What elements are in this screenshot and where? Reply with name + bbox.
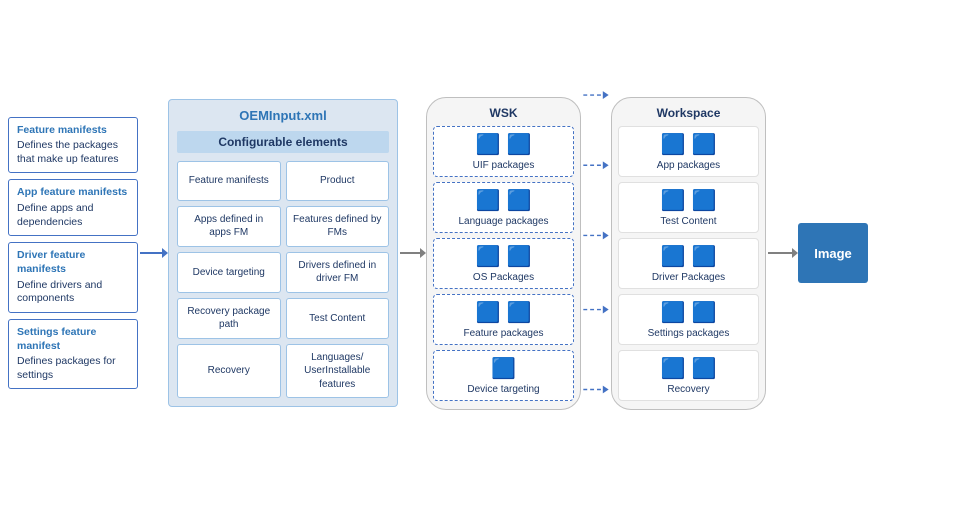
arrows-wsk-to-workspace — [581, 38, 611, 468]
workspace-recovery-label: Recovery — [667, 384, 709, 395]
workspace-recovery-icons: 🟦 🟦 — [661, 356, 717, 381]
wsk-language-icons: 🟦 🟦 — [476, 188, 532, 213]
diagram: Feature manifests Defines the packages t… — [0, 0, 971, 506]
workspace-test-icons: 🟦 🟦 — [661, 188, 717, 213]
config-cell-feature-manifests: Feature manifests — [177, 161, 281, 201]
workspace-item-driver: 🟦 🟦 Driver Packages — [618, 238, 759, 289]
wsk-item-uif: 🟦 🟦 UIF packages — [433, 126, 574, 177]
wsk-uif-icons: 🟦 🟦 — [476, 132, 532, 157]
wsk-lang-icon-2: 🟦 — [507, 188, 532, 213]
ws-app-icon-2: 🟦 — [692, 132, 717, 157]
wsk-item-feature: 🟦 🟦 Feature packages — [433, 294, 574, 345]
workspace-column: Workspace 🟦 🟦 App packages 🟦 🟦 Test Cont… — [611, 97, 766, 410]
feature-manifests-desc: Defines the packages that make up featur… — [17, 139, 129, 166]
settings-feature-manifest-title: Settings feature manifest — [17, 326, 129, 353]
config-cell-recovery-path: Recovery package path — [177, 298, 281, 339]
workspace-driver-icons: 🟦 🟦 — [661, 244, 717, 269]
app-feature-manifests-card: App feature manifests Define apps and de… — [8, 179, 138, 236]
wsk-feature-label: Feature packages — [463, 328, 543, 339]
wsk-device-icons: 🟦 — [491, 356, 516, 381]
config-cell-device-targeting: Device targeting — [177, 252, 281, 293]
workspace-settings-icons: 🟦 🟦 — [661, 300, 717, 325]
wsk-uif-icon-2: 🟦 — [507, 132, 532, 157]
settings-feature-manifest-card: Settings feature manifest Defines packag… — [8, 319, 138, 390]
image-label: Image — [814, 246, 852, 261]
config-cell-recovery: Recovery — [177, 344, 281, 399]
arrow-sidebar-to-oeminput — [138, 243, 168, 263]
oeminput-title: OEMInput.xml — [177, 108, 389, 123]
workspace-item-app: 🟦 🟦 App packages — [618, 126, 759, 177]
wsk-os-icon-2: 🟦 — [507, 244, 532, 269]
workspace-test-label: Test Content — [660, 216, 716, 227]
wsk-item-language: 🟦 🟦 Language packages — [433, 182, 574, 233]
wsk-feature-icons: 🟦 🟦 — [476, 300, 532, 325]
image-box: Image — [798, 223, 868, 283]
driver-feature-manifests-desc: Define drivers and components — [17, 279, 129, 306]
configurable-label: Configurable elements — [177, 131, 389, 153]
driver-feature-manifests-card: Driver feature manifests Define drivers … — [8, 242, 138, 313]
ws-driver-icon-2: 🟦 — [692, 244, 717, 269]
config-cell-languages: Languages/ UserInstallable features — [286, 344, 390, 399]
wsk-device-label: Device targeting — [467, 384, 539, 395]
ws-test-icon-2: 🟦 — [692, 188, 717, 213]
workspace-item-recovery: 🟦 🟦 Recovery — [618, 350, 759, 401]
workspace-item-test: 🟦 🟦 Test Content — [618, 182, 759, 233]
workspace-app-icons: 🟦 🟦 — [661, 132, 717, 157]
config-grid: Feature manifests Product Apps defined i… — [177, 161, 389, 399]
oeminput-box: OEMInput.xml Configurable elements Featu… — [168, 99, 398, 408]
wsk-feat-icon-1: 🟦 — [476, 300, 501, 325]
wsk-os-icons: 🟦 🟦 — [476, 244, 532, 269]
ws-app-icon-1: 🟦 — [661, 132, 686, 157]
workspace-driver-label: Driver Packages — [652, 272, 725, 283]
config-cell-test-content: Test Content — [286, 298, 390, 339]
feature-manifests-title: Feature manifests — [17, 124, 129, 138]
wsk-feat-icon-2: 🟦 — [507, 300, 532, 325]
workspace-item-settings: 🟦 🟦 Settings packages — [618, 294, 759, 345]
ws-recovery-icon-2: 🟦 — [692, 356, 717, 381]
ws-settings-icon-1: 🟦 — [661, 300, 686, 325]
config-cell-apps-fm: Apps defined in apps FM — [177, 206, 281, 247]
ws-test-icon-1: 🟦 — [661, 188, 686, 213]
wsk-column: WSK 🟦 🟦 UIF packages 🟦 🟦 Language packag… — [426, 97, 581, 410]
config-cell-features-fms: Features defined by FMs — [286, 206, 390, 247]
app-feature-manifests-desc: Define apps and dependencies — [17, 202, 129, 229]
wsk-uif-label: UIF packages — [473, 160, 535, 171]
wsk-dev-icon-1: 🟦 — [491, 356, 516, 381]
arrow-workspace-to-image — [766, 243, 798, 263]
wsk-title: WSK — [433, 106, 574, 120]
feature-manifests-card: Feature manifests Defines the packages t… — [8, 117, 138, 174]
wsk-os-icon-1: 🟦 — [476, 244, 501, 269]
workspace-app-label: App packages — [657, 160, 720, 171]
workspace-settings-label: Settings packages — [648, 328, 730, 339]
config-cell-product: Product — [286, 161, 390, 201]
workspace-title: Workspace — [618, 106, 759, 120]
wsk-lang-icon-1: 🟦 — [476, 188, 501, 213]
driver-feature-manifests-title: Driver feature manifests — [17, 249, 129, 276]
wsk-item-os: 🟦 🟦 OS Packages — [433, 238, 574, 289]
wsk-os-label: OS Packages — [473, 272, 534, 283]
arrow-oeminput-to-wsk — [398, 243, 426, 263]
settings-feature-manifest-desc: Defines packages for settings — [17, 355, 129, 382]
left-sidebar: Feature manifests Defines the packages t… — [8, 117, 138, 390]
wsk-language-label: Language packages — [458, 216, 548, 227]
ws-driver-icon-1: 🟦 — [661, 244, 686, 269]
wsk-uif-icon-1: 🟦 — [476, 132, 501, 157]
config-cell-drivers-fm: Drivers defined in driver FM — [286, 252, 390, 293]
wsk-item-device: 🟦 Device targeting — [433, 350, 574, 401]
ws-settings-icon-2: 🟦 — [692, 300, 717, 325]
ws-recovery-icon-1: 🟦 — [661, 356, 686, 381]
app-feature-manifests-title: App feature manifests — [17, 186, 129, 200]
